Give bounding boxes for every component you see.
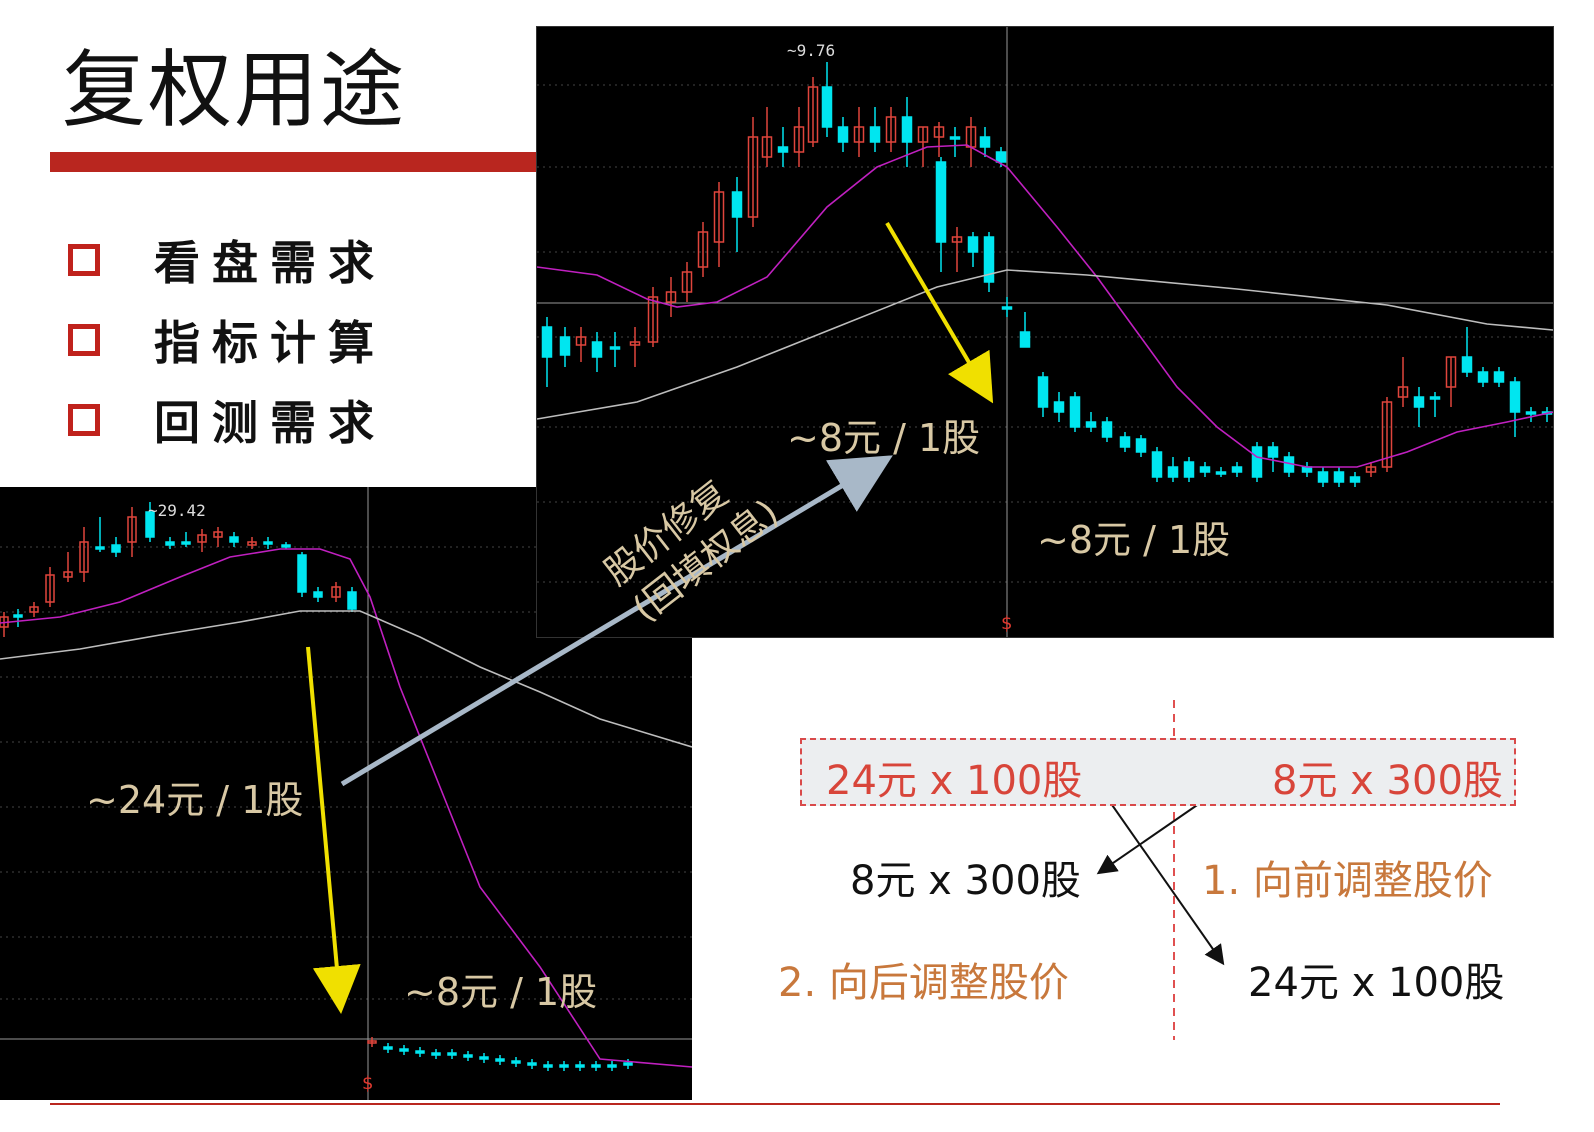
title-underline [50,152,540,172]
candle-body [1413,396,1425,408]
original-holding: 24元 x 100股 [826,758,1083,804]
bullet-text: 指标计算 [154,316,386,370]
candle-body [1085,421,1097,428]
candle-body [821,86,833,128]
footer-line [50,1103,1500,1105]
backward-adjust-label: 2. 向后调整股价 [778,960,1069,1006]
price-label-before: ~24元 / 1股 [86,778,304,822]
candle-body [949,136,961,140]
candle-body [967,236,979,253]
bullet-list: 看盘需求 指标计算 回测需求 [68,220,386,460]
candle-body [527,1062,537,1066]
candle-body [511,1060,521,1064]
candle-body [399,1048,409,1052]
bullet-item: 看盘需求 [68,220,386,300]
candle-body [297,554,307,593]
peak-label: ~29.42 [148,501,206,520]
candle-body [263,541,273,545]
checkbox-icon [68,244,100,276]
candle-body [1019,331,1031,348]
slide-title: 复权用途 [62,41,407,139]
candle-body [609,346,621,350]
candle-body [415,1050,425,1054]
price-label-after: ~8元 / 1股 [404,970,598,1014]
candle-body [869,126,881,143]
candle-body [313,591,323,598]
candle-body [495,1058,505,1062]
candle-body [1231,466,1243,473]
candle-body [1037,376,1049,408]
candle-body [111,544,121,553]
candle-body [1509,381,1521,413]
candle-body [979,136,991,148]
candle-body [463,1054,473,1058]
candle-body [607,1064,617,1068]
candle-body [1477,371,1489,383]
forward-result: 8元 x 300股 [850,858,1081,904]
candle-body [383,1046,393,1050]
candle-body [837,126,849,143]
candle-body [1317,471,1329,483]
bullet-text: 回测需求 [154,396,386,450]
candle-body [1151,451,1163,478]
ma-short-line [537,144,1553,468]
candle-body [95,546,105,550]
candle-body [181,541,191,545]
checkbox-icon [68,404,100,436]
after-split-holding: 8元 x 300股 [1272,758,1503,804]
bullet-item: 指标计算 [68,300,386,380]
candle-body [1333,471,1345,483]
checkbox-icon [68,324,100,356]
candle-body [1183,461,1195,478]
candle-body [1251,446,1263,478]
price-label-after: ~8元 / 1股 [1037,518,1231,562]
candle-body [1001,306,1013,310]
candle-body [479,1056,489,1060]
candle-body [575,1064,585,1068]
candle-body [591,341,603,358]
candle-body [543,1064,553,1068]
candle-body [1493,371,1505,383]
peak-label: ~9.76 [787,41,836,60]
candle-body [1215,471,1227,475]
bullet-text: 看盘需求 [154,236,386,290]
candle-body [1525,411,1537,415]
candle-body [1101,421,1113,438]
candle-body [1429,396,1441,400]
candle-body [541,326,553,358]
candle-body [431,1052,441,1056]
candle-body [1135,438,1147,453]
candle-body [347,591,357,610]
candle-body [229,536,239,543]
candle-body [1119,436,1131,448]
candle-body [1461,356,1473,373]
candle-body [1267,446,1279,458]
candle-body [447,1052,457,1056]
candle-body [165,541,175,546]
candle-body [13,614,23,618]
price-label-before: ~8元 / 1股 [787,416,981,460]
candle-body [935,161,947,243]
candle-body [995,151,1007,163]
candle-body [281,544,291,548]
candle-body [1167,466,1179,478]
candle-body [1199,466,1211,473]
bullet-item: 回测需求 [68,380,386,460]
candle-body [777,146,789,153]
candle-body [1349,476,1361,483]
candle-body [559,336,571,356]
candle-body [1053,401,1065,413]
candle-body [591,1064,601,1068]
forward-adjust-label: 1. 向前调整股价 [1202,858,1493,904]
candle-body [1069,396,1081,428]
ex-right-marker: $ [362,1073,374,1094]
ex-right-marker: $ [1001,613,1013,634]
candle-body [623,1062,633,1066]
candle-body [901,116,913,143]
candle-body [731,191,743,218]
candle-body [559,1064,569,1068]
drop-arrow [306,646,361,1014]
backward-result: 24元 x 100股 [1248,960,1505,1006]
